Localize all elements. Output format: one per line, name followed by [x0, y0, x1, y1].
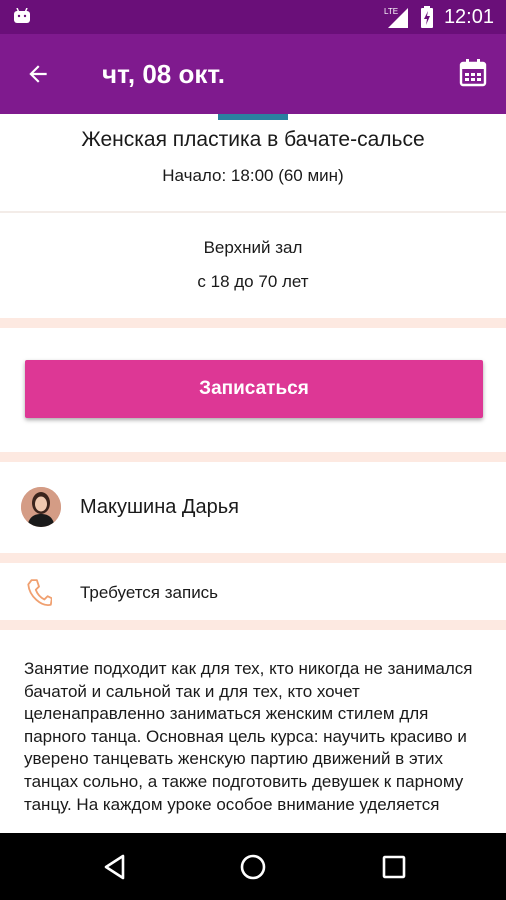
lte-signal-icon: LTE	[384, 7, 408, 28]
class-description: Занятие подходит как для тех, кто никогд…	[24, 659, 473, 814]
nav-home-icon[interactable]	[239, 853, 267, 881]
status-bar: LTE 12:01	[0, 0, 506, 34]
nav-back-icon[interactable]	[101, 853, 129, 881]
android-icon	[14, 8, 30, 23]
color-indicator	[218, 114, 288, 120]
phone-icon	[27, 579, 52, 606]
room-label: Верхний зал	[203, 238, 303, 257]
signup-button[interactable]: Записаться	[25, 360, 483, 418]
status-icons: LTE 12:01	[384, 0, 494, 34]
section-separator	[0, 553, 506, 563]
back-button[interactable]	[20, 56, 56, 92]
age-range: с 18 до 70 лет	[197, 272, 309, 291]
avatar[interactable]	[21, 487, 61, 527]
status-time: 12:01	[443, 5, 494, 28]
section-separator	[0, 620, 506, 630]
nav-recents-icon[interactable]	[380, 853, 408, 881]
svg-text:LTE: LTE	[384, 7, 398, 16]
calendar-icon[interactable]	[458, 58, 488, 88]
class-start-time: Начало: 18:00 (60 мин)	[162, 166, 344, 185]
divider	[0, 211, 506, 213]
trainer-photo-icon	[21, 487, 61, 527]
page-title: чт, 08 окт.	[102, 59, 226, 89]
trainer-name[interactable]: Макушина Дарья	[80, 496, 239, 519]
app-bar: чт, 08 окт.	[0, 34, 506, 114]
back-arrow-icon	[29, 65, 47, 83]
section-separator	[0, 452, 506, 462]
booking-required-label: Требуется запись	[80, 583, 219, 602]
section-separator	[0, 318, 506, 328]
navigation-bar	[0, 833, 506, 900]
class-title: Женская пластика в бачате-сальсе	[81, 128, 425, 151]
battery-charging-icon	[420, 6, 433, 28]
